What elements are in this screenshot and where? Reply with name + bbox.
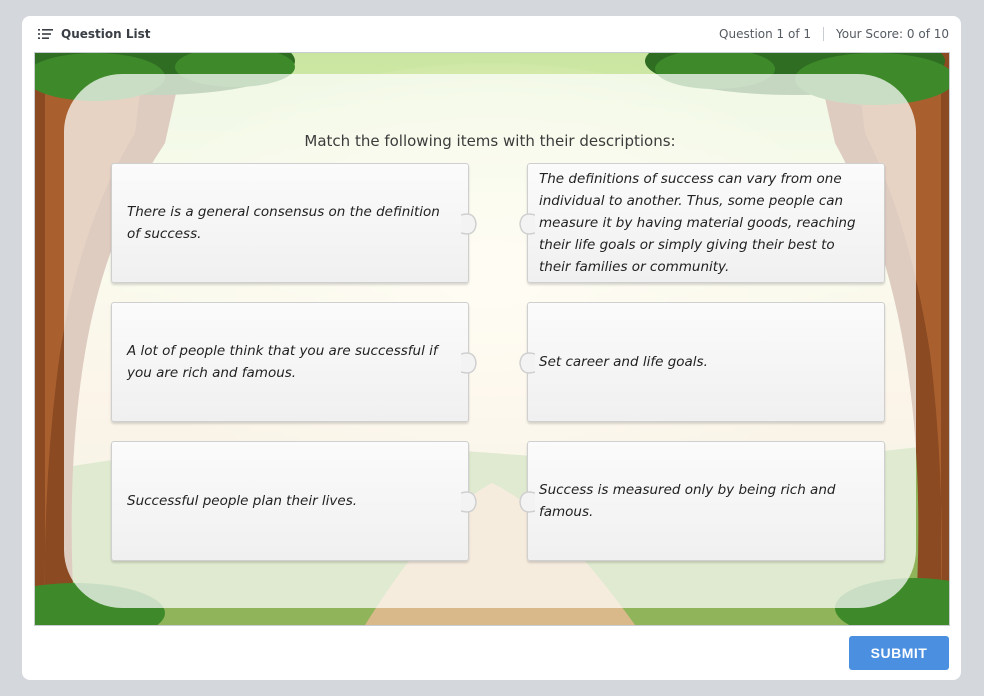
left-item-text: There is a general consensus on the defi…: [127, 204, 440, 242]
right-item-1[interactable]: The definitions of success can vary from…: [519, 163, 885, 283]
question-counter: Question 1 of 1: [719, 27, 811, 41]
left-item-2[interactable]: A lot of people think that you are succe…: [111, 302, 477, 422]
left-item-text: A lot of people think that you are succe…: [127, 343, 438, 381]
quiz-status: Question 1 of 1 Your Score: 0 of 10: [719, 25, 949, 43]
instruction-text: Match the following items with their des…: [304, 132, 676, 150]
divider: [823, 27, 824, 41]
question-list-label: Question List: [61, 27, 151, 41]
right-item-2[interactable]: Set career and life goals.: [519, 302, 885, 422]
puzzle-tab-icon: [461, 213, 477, 235]
right-item-text: The definitions of success can vary from…: [539, 171, 856, 275]
top-bar: Question List Question 1 of 1 Your Score…: [22, 16, 961, 52]
puzzle-tab-icon: [461, 352, 477, 374]
right-item-text: Success is measured only by being rich a…: [539, 482, 836, 520]
activity-stage: Match the following items with their des…: [34, 52, 950, 626]
right-item-3[interactable]: Success is measured only by being rich a…: [519, 441, 885, 561]
puzzle-tab-icon: [519, 213, 535, 235]
quiz-card: Question List Question 1 of 1 Your Score…: [22, 16, 961, 680]
puzzle-tab-icon: [519, 352, 535, 374]
puzzle-tab-icon: [461, 491, 477, 513]
left-item-3[interactable]: Successful people plan their lives.: [111, 441, 477, 561]
question-list-button[interactable]: Question List: [38, 25, 150, 43]
score-display: Your Score: 0 of 10: [836, 27, 949, 41]
left-item-text: Successful people plan their lives.: [127, 493, 358, 509]
puzzle-tab-icon: [519, 491, 535, 513]
matching-panel: Match the following items with their des…: [64, 74, 916, 608]
submit-button[interactable]: SUBMIT: [849, 636, 949, 670]
left-item-1[interactable]: There is a general consensus on the defi…: [111, 163, 477, 283]
right-item-text: Set career and life goals.: [539, 354, 708, 370]
list-icon: [38, 29, 53, 39]
